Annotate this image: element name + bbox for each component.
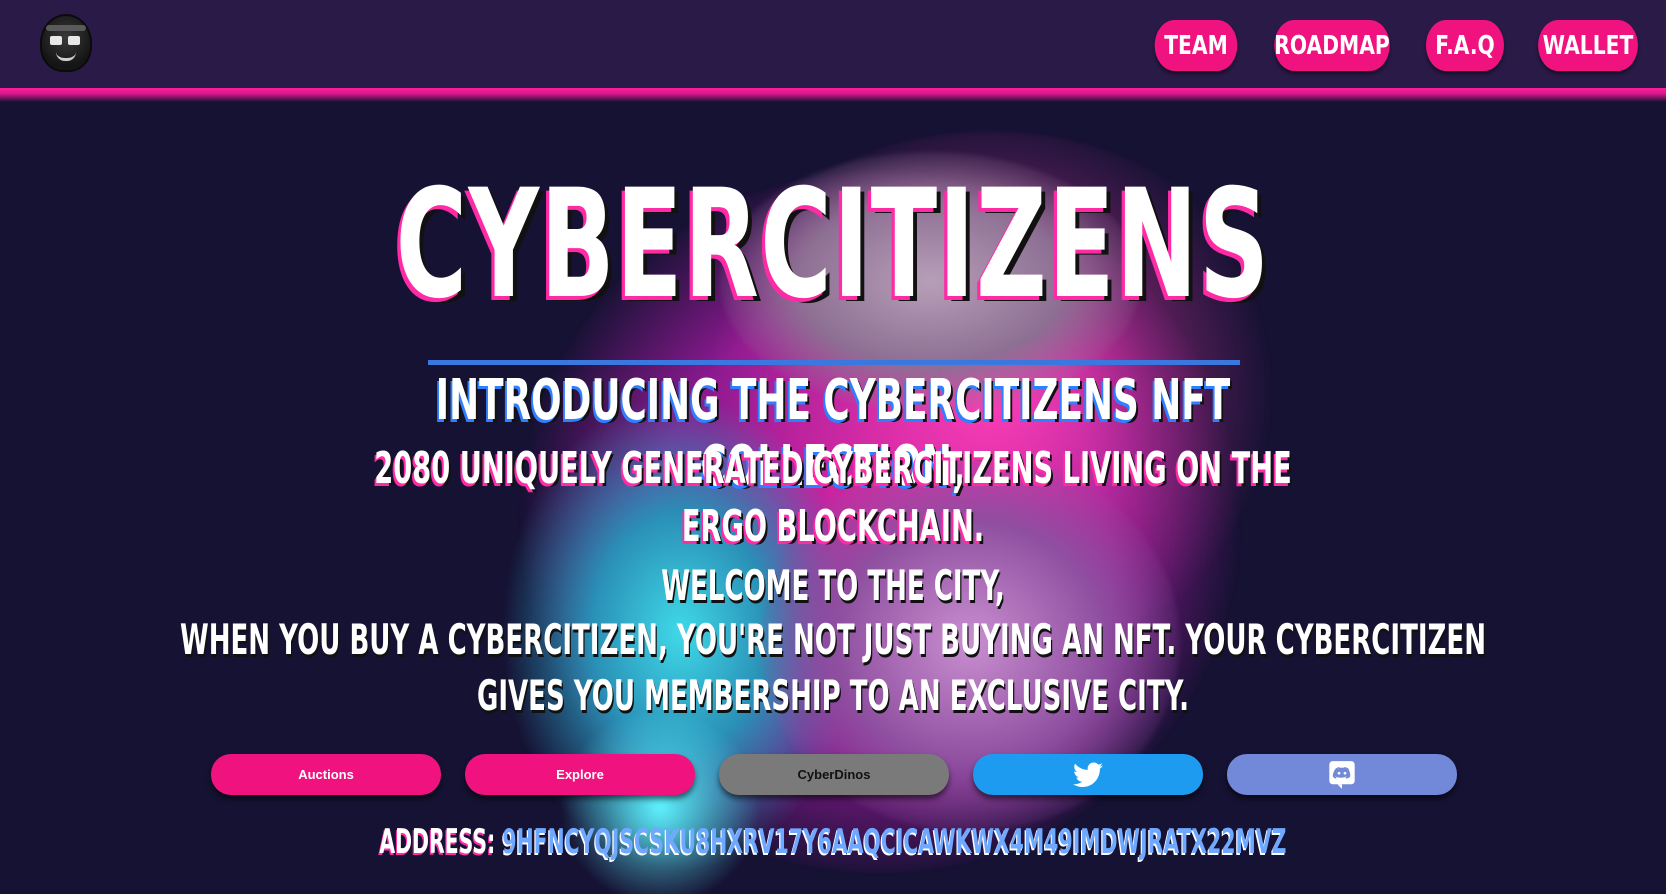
hero-subtitle-text: 2080 UNIQUELY GENERATED CYBERCITIZENS LI… [374, 443, 1292, 552]
hero-description-text: WHEN YOU BUY A CYBERCITIZEN, YOU'RE NOT … [180, 615, 1486, 720]
discord-icon [1329, 760, 1355, 789]
hero-welcome-text: WELCOME TO THE CITY, [661, 561, 1005, 610]
title-divider [428, 360, 1240, 365]
address-label: ADDRESS: [379, 822, 496, 862]
hero-description: WHEN YOU BUY A CYBERCITIZEN, YOU'RE NOT … [133, 612, 1533, 724]
explore-button[interactable]: Explore [465, 754, 695, 795]
hero-content: CYBERCITIZENS INTRODUCING THE CYBERCITIZ… [0, 0, 1666, 894]
hero-welcome: WELCOME TO THE CITY, [0, 558, 1666, 614]
action-buttons: Auctions Explore CyberDinos [211, 754, 1457, 795]
twitter-icon [1073, 762, 1103, 787]
auctions-button[interactable]: Auctions [211, 754, 441, 795]
cyberdinos-button[interactable]: CyberDinos [719, 754, 949, 795]
wallet-address: ADDRESS: 9HFNCYQJSCSKU8HXRV17Y6AAQCICAWK… [0, 822, 1666, 862]
address-value[interactable]: 9HFNCYQJSCSKU8HXRV17Y6AAQCICAWKWX4M49IMD… [502, 822, 1286, 862]
discord-button[interactable] [1227, 754, 1457, 795]
hero-subtitle: 2080 UNIQUELY GENERATED CYBERCITIZENS LI… [320, 440, 1346, 556]
twitter-button[interactable] [973, 754, 1203, 795]
hero-title: CYBERCITIZENS [395, 158, 1271, 332]
